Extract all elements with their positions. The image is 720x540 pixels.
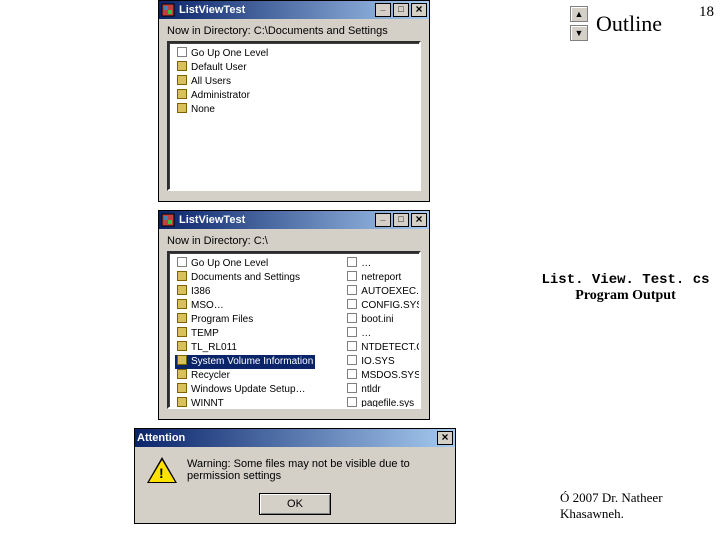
list-item[interactable]: netreport bbox=[345, 271, 421, 285]
messagebox-title: Attention bbox=[137, 432, 185, 444]
file-icon bbox=[347, 397, 357, 407]
folder-icon bbox=[177, 299, 187, 309]
folder-icon bbox=[177, 89, 187, 99]
file-icon bbox=[347, 271, 357, 281]
up-icon bbox=[177, 47, 187, 57]
list-item[interactable]: Recycler bbox=[175, 369, 315, 383]
list-item[interactable]: NTDETECT.COM bbox=[345, 341, 421, 355]
close-button[interactable] bbox=[411, 213, 427, 227]
messagebox-body: ! Warning: Some files may not be visible… bbox=[135, 447, 455, 493]
minimize-button[interactable] bbox=[375, 3, 391, 17]
folder-icon bbox=[177, 313, 187, 323]
maximize-button[interactable] bbox=[393, 213, 409, 227]
window-listview-2: ListViewTest Now in Directory: C:\ Go Up… bbox=[158, 210, 430, 420]
nav-up-button[interactable]: ▲ bbox=[570, 6, 588, 22]
caption-block: List. View. Test. cs Program Output bbox=[538, 272, 713, 304]
window-listview-1: ListViewTest Now in Directory: C:\Docume… bbox=[158, 0, 430, 202]
list-item[interactable]: All Users bbox=[175, 75, 413, 89]
list-item[interactable]: IO.SYS bbox=[345, 355, 421, 369]
listview-1[interactable]: Go Up One LevelDefault UserAll UsersAdmi… bbox=[167, 41, 421, 191]
directory-label-2: Now in Directory: C:\ bbox=[167, 235, 421, 247]
close-button[interactable] bbox=[437, 431, 453, 445]
window-title-1: ListViewTest bbox=[179, 4, 245, 16]
minimize-button[interactable] bbox=[375, 213, 391, 227]
up-icon bbox=[177, 257, 187, 267]
list-item[interactable]: … bbox=[345, 257, 421, 271]
folder-icon bbox=[177, 341, 187, 351]
file-icon bbox=[347, 257, 357, 267]
file-icon bbox=[347, 369, 357, 379]
list-item[interactable]: Administrator bbox=[175, 89, 413, 103]
outline-block: ▲ ▼ Outline bbox=[570, 6, 662, 41]
app-icon bbox=[161, 3, 175, 17]
list-item[interactable]: None bbox=[175, 103, 413, 117]
page-number: 18 bbox=[699, 4, 714, 21]
file-icon bbox=[347, 355, 357, 365]
client-area-1: Now in Directory: C:\Documents and Setti… bbox=[159, 19, 429, 197]
copyright-text: Ó 2007 Dr. Natheer Khasawneh. bbox=[560, 490, 720, 522]
folder-icon bbox=[177, 383, 187, 393]
folder-icon bbox=[177, 271, 187, 281]
folder-icon bbox=[177, 61, 187, 71]
list-item[interactable]: Windows Update Setup… bbox=[175, 383, 315, 397]
list-item[interactable]: TL_RL011 bbox=[175, 341, 315, 355]
folder-icon bbox=[177, 369, 187, 379]
warning-icon: ! bbox=[147, 457, 177, 483]
caption-filename: List. View. Test. cs bbox=[538, 272, 713, 288]
outline-nav: ▲ ▼ bbox=[570, 6, 588, 41]
nav-down-button[interactable]: ▼ bbox=[570, 25, 588, 41]
outline-title: Outline bbox=[596, 11, 662, 37]
list-item[interactable]: Documents and Settings bbox=[175, 271, 315, 285]
file-icon bbox=[347, 327, 357, 337]
list-item[interactable]: AUTOEXEC.BAT bbox=[345, 285, 421, 299]
titlebar-1[interactable]: ListViewTest bbox=[159, 1, 429, 19]
folder-icon bbox=[177, 327, 187, 337]
list-item[interactable]: CONFIG.SYS bbox=[345, 299, 421, 313]
folder-icon bbox=[177, 397, 187, 407]
folder-icon bbox=[177, 75, 187, 85]
list-item[interactable]: … bbox=[345, 327, 421, 341]
caption-subtitle: Program Output bbox=[538, 288, 713, 304]
list-item[interactable]: Go Up One Level bbox=[175, 257, 315, 271]
folder-icon bbox=[177, 103, 187, 113]
titlebar-2[interactable]: ListViewTest bbox=[159, 211, 429, 229]
messagebox-attention: Attention ! Warning: Some files may not … bbox=[134, 428, 456, 524]
window-title-2: ListViewTest bbox=[179, 214, 245, 226]
file-icon bbox=[347, 383, 357, 393]
messagebox-titlebar[interactable]: Attention bbox=[135, 429, 455, 447]
client-area-2: Now in Directory: C:\ Go Up One LevelDoc… bbox=[159, 229, 429, 415]
list-item[interactable]: WINNT bbox=[175, 397, 315, 409]
list-item[interactable]: MSO… bbox=[175, 299, 315, 313]
file-icon bbox=[347, 313, 357, 323]
list-item[interactable]: ntldr bbox=[345, 383, 421, 397]
list-item[interactable]: I386 bbox=[175, 285, 315, 299]
folder-icon bbox=[177, 285, 187, 295]
list-item[interactable]: Default User bbox=[175, 61, 413, 75]
list-item[interactable]: TEMP bbox=[175, 327, 315, 341]
folder-icon bbox=[177, 355, 187, 365]
file-icon bbox=[347, 341, 357, 351]
messagebox-text: Warning: Some files may not be visible d… bbox=[187, 458, 443, 482]
list-item[interactable]: Go Up One Level bbox=[175, 47, 413, 61]
list-item[interactable]: boot.ini bbox=[345, 313, 421, 327]
app-icon bbox=[161, 213, 175, 227]
list-item[interactable]: pagefile.sys bbox=[345, 397, 421, 409]
ok-button[interactable]: OK bbox=[259, 493, 331, 515]
maximize-button[interactable] bbox=[393, 3, 409, 17]
directory-label-1: Now in Directory: C:\Documents and Setti… bbox=[167, 25, 421, 37]
list-item[interactable]: System Volume Information bbox=[175, 355, 315, 369]
file-icon bbox=[347, 299, 357, 309]
list-item[interactable]: Program Files bbox=[175, 313, 315, 327]
slide-area: ▲ ▼ Outline 18 List. View. Test. cs Prog… bbox=[0, 0, 720, 540]
close-button[interactable] bbox=[411, 3, 427, 17]
file-icon bbox=[347, 285, 357, 295]
list-item[interactable]: MSDOS.SYS bbox=[345, 369, 421, 383]
listview-2[interactable]: Go Up One LevelDocuments and SettingsI38… bbox=[167, 251, 421, 409]
